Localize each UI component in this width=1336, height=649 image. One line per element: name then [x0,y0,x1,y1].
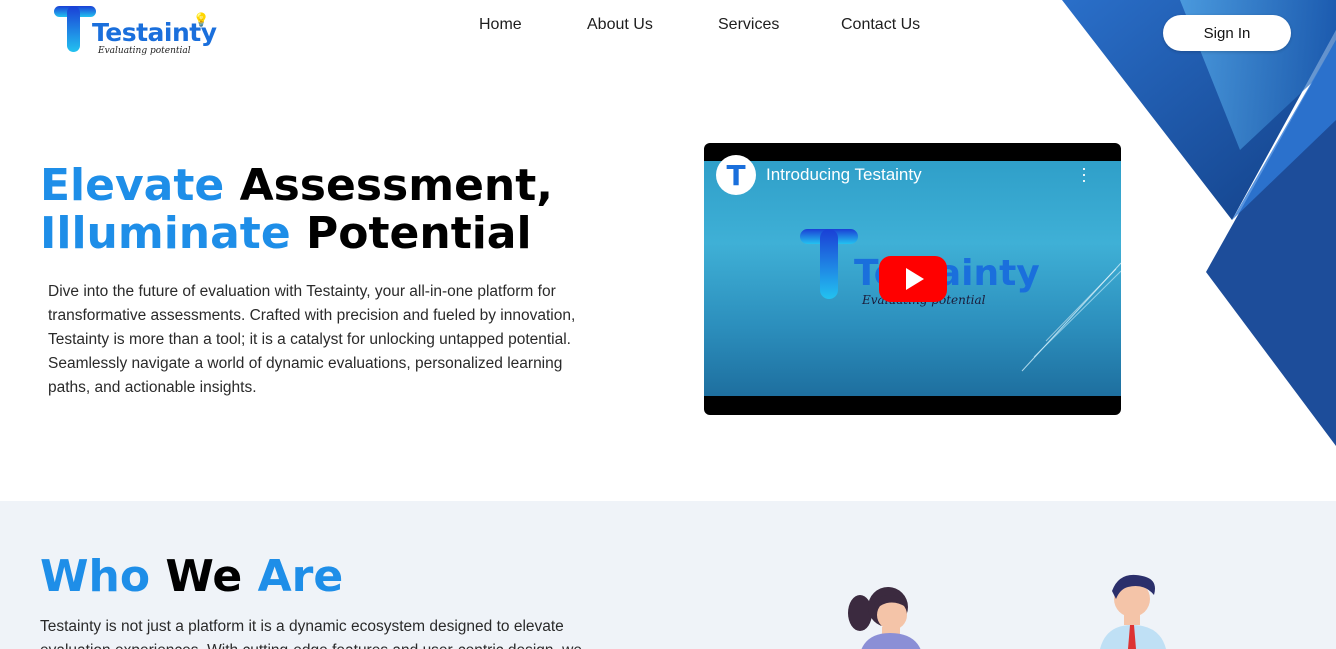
hero-title-rest-2: Potential [306,208,532,259]
play-button[interactable] [879,256,947,302]
logo-t-mark-icon [54,6,96,52]
nav-link-home[interactable]: Home [479,16,522,34]
hero-title: Elevate Assessment, Illuminate Potential [40,162,553,258]
video-title[interactable]: Introducing Testainty [766,165,922,185]
woman-illustration [848,587,921,649]
who-title: Who We Are [40,553,343,601]
man-illustration [1100,574,1166,649]
play-icon [906,268,924,290]
video-player[interactable]: T Introducing Testainty ··· Testainty Ev… [704,143,1121,415]
who-description: Testainty is not just a platform it is a… [40,618,582,649]
channel-avatar[interactable]: T [716,155,756,195]
who-title-mid: We [165,551,243,602]
brand-logo[interactable]: Testainty 💡 Evaluating potential [52,4,217,60]
hero-title-rest-1: Assessment, [239,160,553,211]
hero-title-accent-1: Elevate [40,160,225,211]
bulb-icon: 💡 [193,12,210,27]
nav-link-services[interactable]: Services [718,16,779,34]
hero-title-accent-2: Illuminate [40,208,291,259]
who-we-are-section: Who We Are Testainty is not just a platf… [0,501,1336,649]
more-vert-icon[interactable]: · · · [1080,159,1088,189]
who-title-accent-1: Who [40,551,151,602]
hero-description: Dive into the future of evaluation with … [48,283,576,396]
who-title-accent-2: Are [257,551,344,602]
logo-tagline: Evaluating potential [98,46,191,56]
sign-in-button[interactable]: Sign In [1163,15,1291,51]
channel-avatar-initial: T [726,158,746,192]
nav-link-about-us[interactable]: About Us [587,16,653,34]
nav-link-contact-us[interactable]: Contact Us [841,16,920,34]
